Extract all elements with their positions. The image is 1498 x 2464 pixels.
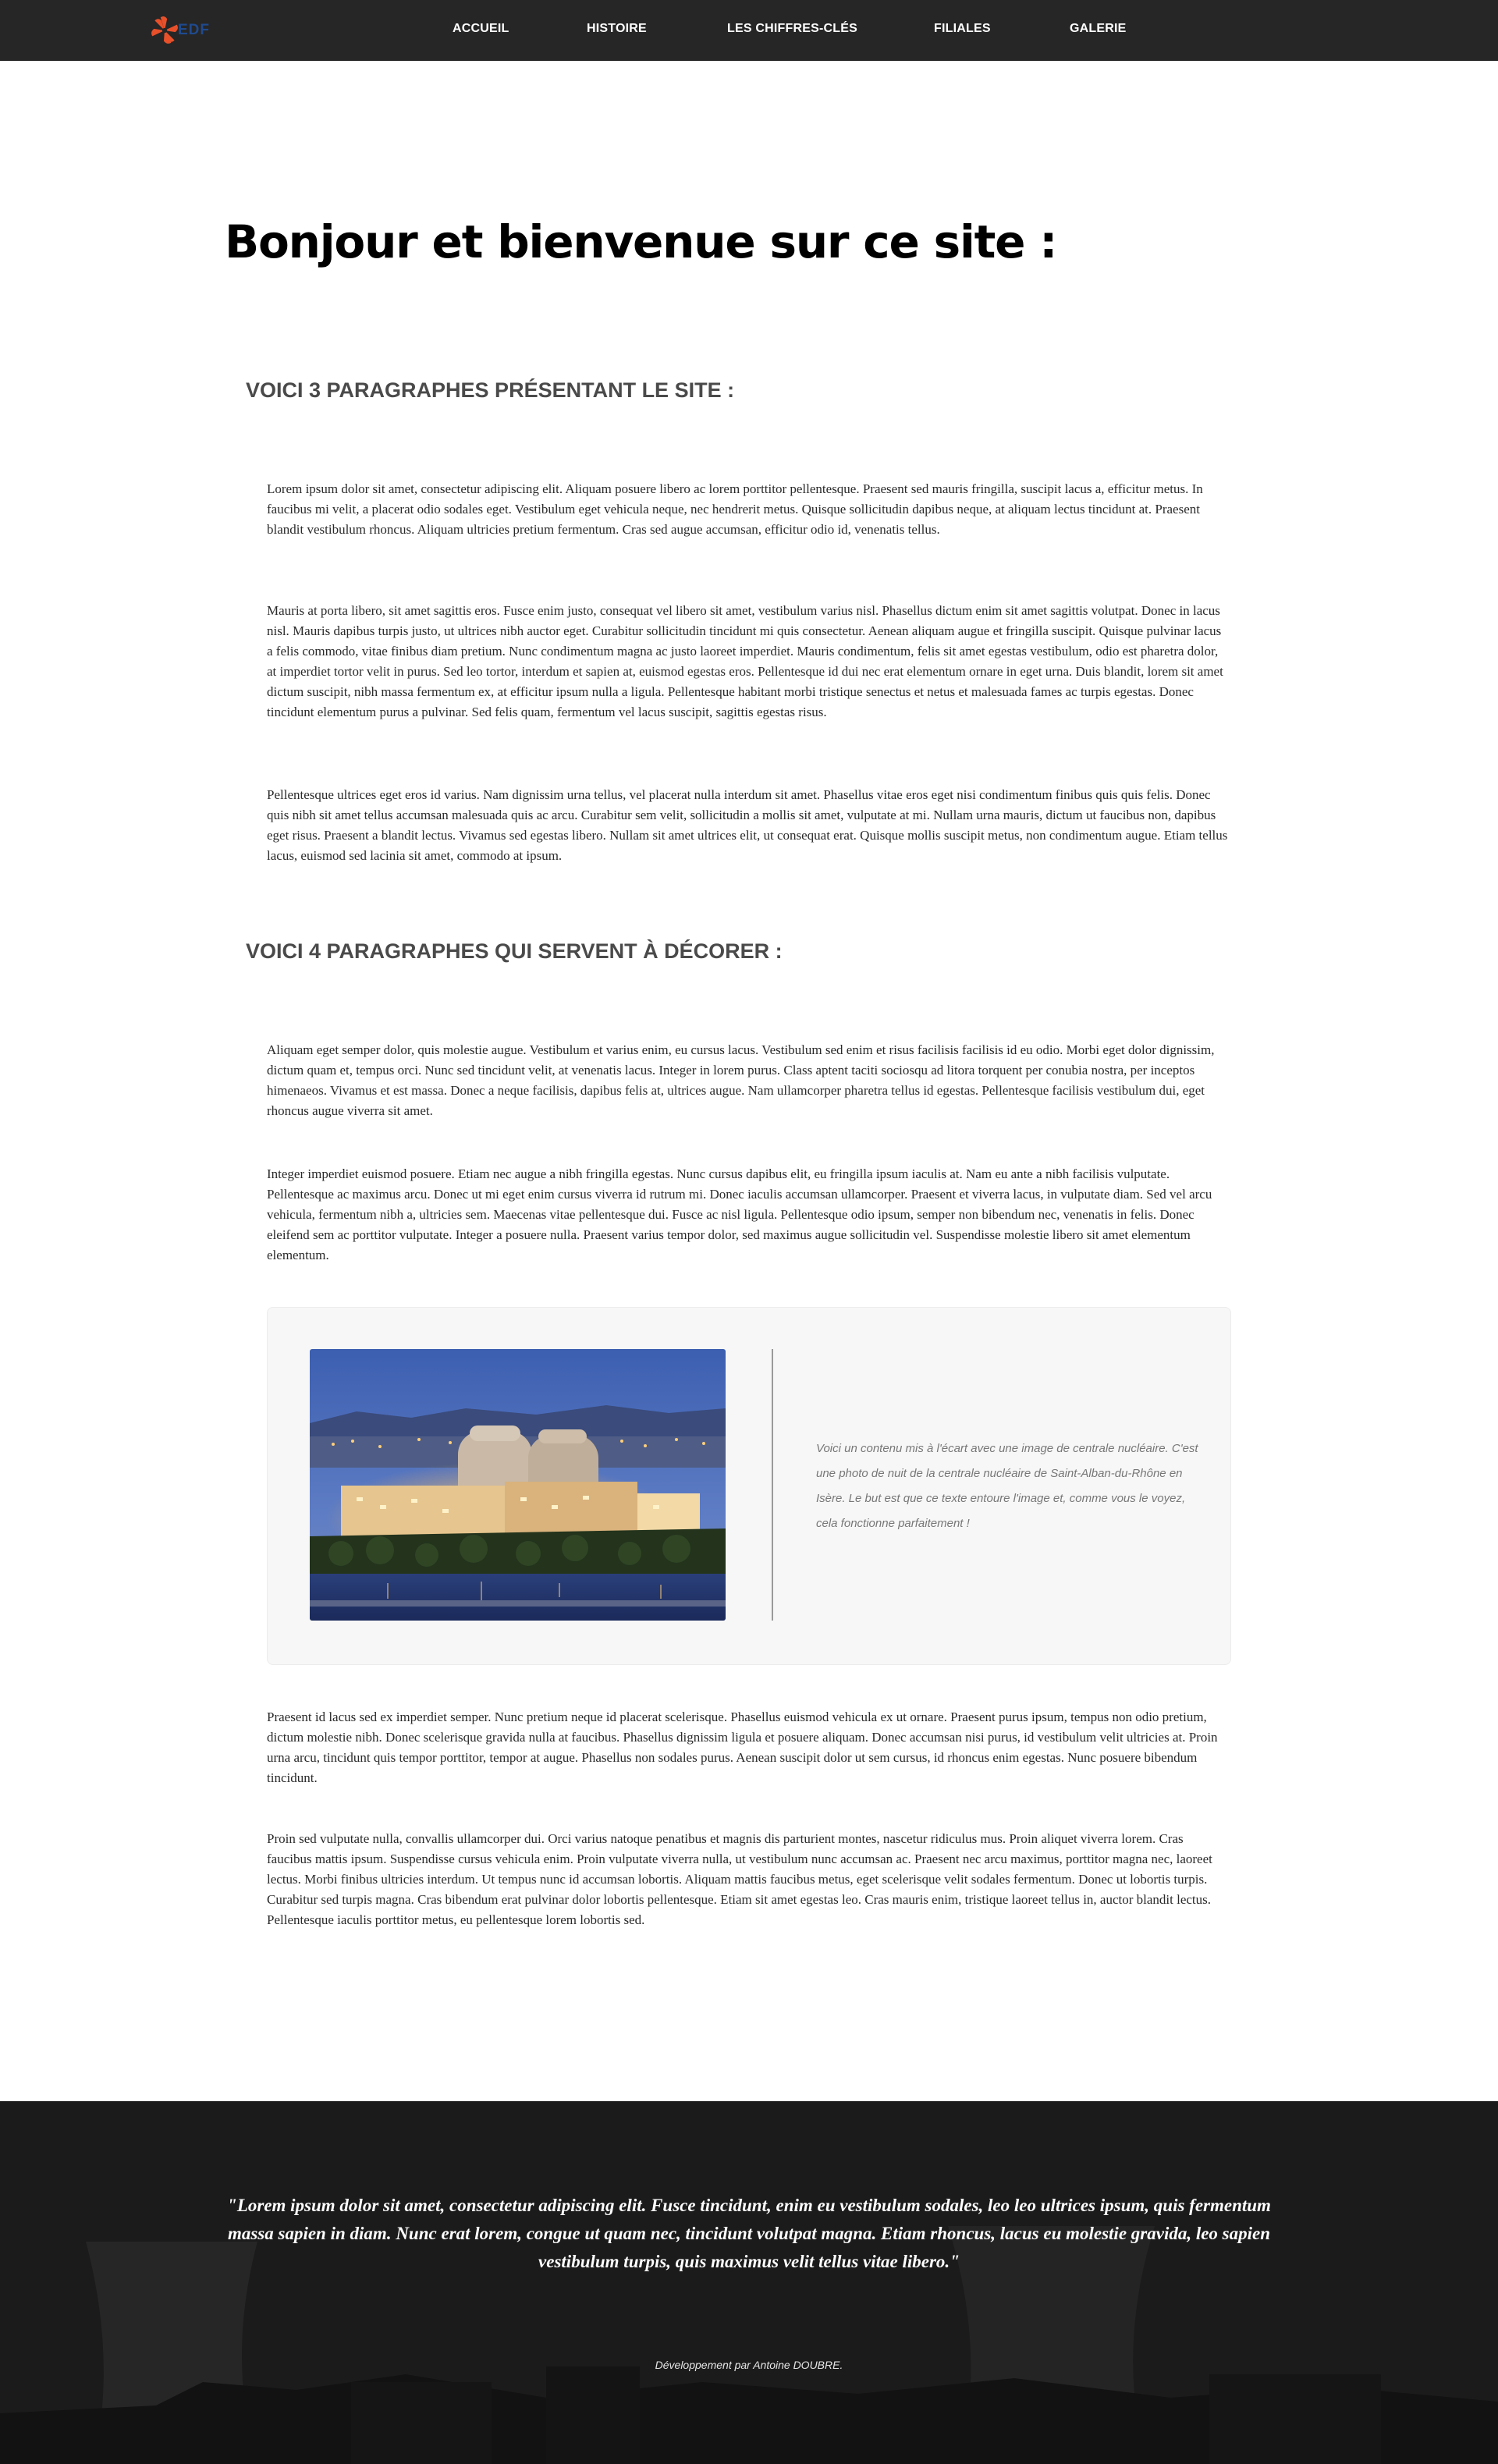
footer-credit: Développement par Antoine DOUBRE. <box>655 2359 843 2371</box>
vertical-divider <box>772 1349 773 1621</box>
footer-background-image <box>0 2101 1498 2464</box>
top-navbar: EDF ACCUEIL HISTOIRE LES CHIFFRES-CLÉS F… <box>0 0 1498 61</box>
paragraph: Aliquam eget semper dolor, quis molestie… <box>267 1042 1215 1118</box>
paragraph: Proin sed vulputate nulla, convallis ull… <box>267 1831 1212 1927</box>
main-content: Bonjour et bienvenue sur ce site : VOICI… <box>0 61 1498 2464</box>
page-title: Bonjour et bienvenue sur ce site : <box>225 215 1057 268</box>
paragraph: Praesent id lacus sed ex imperdiet sempe… <box>267 1710 1218 1785</box>
paragraph: Integer imperdiet euismod posuere. Etiam… <box>267 1166 1212 1262</box>
nav-link-filiales[interactable]: FILIALES <box>934 22 991 36</box>
site-footer: "Lorem ipsum dolor sit amet, consectetur… <box>0 2101 1498 2464</box>
paragraph: Mauris at porta libero, sit amet sagitti… <box>267 603 1223 719</box>
section-heading-decoration: VOICI 4 PARAGRAPHES QUI SERVENT À DÉCORE… <box>246 939 783 963</box>
nav-link-galerie[interactable]: GALERIE <box>1070 22 1127 36</box>
footer-quote: "Lorem ipsum dolor sit amet, consectetur… <box>227 2196 1271 2271</box>
power-plant-image <box>310 1349 726 1621</box>
paragraph: Lorem ipsum dolor sit amet, consectetur … <box>267 481 1203 537</box>
section-heading-presentation: VOICI 3 PARAGRAPHES PRÉSENTANT LE SITE : <box>246 378 735 402</box>
main-nav: ACCUEIL HISTOIRE LES CHIFFRES-CLÉS FILIA… <box>0 0 1498 61</box>
paragraph: Pellentesque ultrices eget eros id variu… <box>267 787 1228 863</box>
nav-link-histoire[interactable]: HISTOIRE <box>587 22 647 36</box>
nav-link-chiffres-cles[interactable]: LES CHIFFRES-CLÉS <box>727 22 857 36</box>
nav-link-accueil[interactable]: ACCUEIL <box>453 22 509 36</box>
feature-aside-box: Voici un contenu mis à l'écart avec une … <box>267 1307 1231 1665</box>
feature-caption: Voici un contenu mis à l'écart avec une … <box>816 1442 1198 1530</box>
